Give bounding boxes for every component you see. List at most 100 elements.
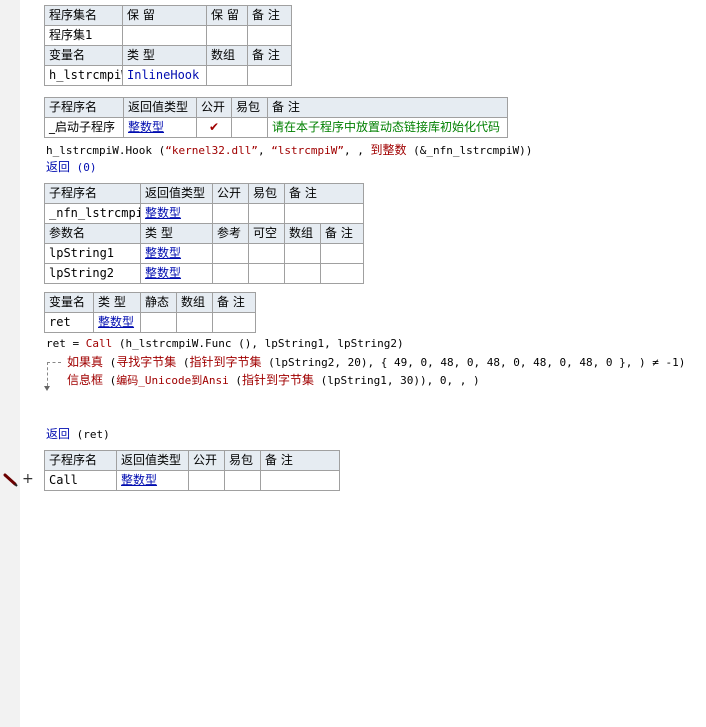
col-param-note: 备 注 xyxy=(319,223,365,244)
col-easy: 易包 xyxy=(231,97,268,118)
col-var-name: 变量名 xyxy=(44,45,123,66)
col-reserved-2: 保 留 xyxy=(206,5,248,26)
startup-sub-table: 子程序名 返回值类型 公开 易包 备 注 _启动子程序 整数型 ✔ 请在本子程序… xyxy=(44,97,508,138)
enc-open: ( xyxy=(228,374,242,387)
flow-branch xyxy=(47,362,61,363)
col-public: 公开 xyxy=(188,450,225,471)
var-type-cell[interactable]: 整数型 xyxy=(93,312,141,333)
ptr-to-bytes-function-2: 指针到字节集 xyxy=(242,373,315,387)
hook-sep-2: , , xyxy=(344,144,371,157)
easy-cell[interactable] xyxy=(224,470,261,491)
param-nullable-cell[interactable] xyxy=(248,243,285,264)
if-rest: (lpString2, 20), { 49, 0, 48, 0, 48, 0, … xyxy=(261,356,686,369)
msg-open: ( xyxy=(103,374,117,387)
code-line-msgbox[interactable]: 信息框 (编码_Unicode到Ansi (指针到字节集 (lpString1,… xyxy=(67,372,480,389)
col-return-type: 返回值类型 xyxy=(123,97,197,118)
easy-cell[interactable] xyxy=(248,203,285,224)
col-var-note: 备 注 xyxy=(212,292,256,313)
return-arg: (ret) xyxy=(70,428,110,441)
param-note-cell[interactable] xyxy=(319,263,365,284)
param-type-cell[interactable]: 整数型 xyxy=(140,263,213,284)
param-type-cell[interactable]: 整数型 xyxy=(140,243,213,264)
call-function: Call xyxy=(85,337,113,350)
var-static-cell[interactable] xyxy=(140,312,177,333)
if-true-keyword: 如果真 xyxy=(67,355,104,369)
sub-name-cell[interactable]: _nfn_lstrcmpiW xyxy=(44,203,141,224)
return-type-cell[interactable]: 整数型 xyxy=(140,203,213,224)
col-param-name: 参数名 xyxy=(44,223,141,244)
var-array-cell[interactable] xyxy=(176,312,213,333)
var-type-cell[interactable]: InlineHook xyxy=(122,65,207,86)
call-sub-table: 子程序名 返回值类型 公开 易包 备 注 Call 整数型 xyxy=(44,450,340,491)
param-array-cell[interactable] xyxy=(284,243,321,264)
var-note-cell[interactable] xyxy=(212,312,256,333)
code-line-return-0[interactable]: 返回 (0) xyxy=(46,159,97,176)
public-cell[interactable] xyxy=(212,203,249,224)
param-ref-cell[interactable] xyxy=(212,243,249,264)
hook-arg-func: “lstrcmpiW” xyxy=(271,144,345,157)
local-var-table: 变量名 类 型 静态 数组 备 注 ret 整数型 xyxy=(44,292,256,333)
msg-rest: (lpString1, 30)), 0, , ) xyxy=(314,374,480,387)
find-bytes-function: 寻找字节集 xyxy=(116,355,177,369)
return-type-cell[interactable]: 整数型 xyxy=(123,117,197,138)
encode-function: 编码_Unicode到Ansi xyxy=(116,374,229,387)
assembly-table: 程序集名 保 留 保 留 备 注 程序集1 变量名 类 型 数组 备 注 h_l… xyxy=(44,5,292,86)
sub-note-cell[interactable] xyxy=(283,203,365,224)
col-static: 静态 xyxy=(140,292,177,313)
msgbox-function: 信息框 xyxy=(67,373,104,387)
param-name-cell[interactable]: lpString2 xyxy=(44,263,141,284)
col-sub-name: 子程序名 xyxy=(44,450,117,471)
note-cell[interactable] xyxy=(247,25,292,46)
sub-name-cell[interactable]: _启动子程序 xyxy=(44,117,124,138)
nfn-sub-table: 子程序名 返回值类型 公开 易包 备 注 _nfn_lstrcmpiW 整数型 … xyxy=(44,183,365,284)
easy-cell[interactable] xyxy=(231,117,268,138)
var-note-cell[interactable] xyxy=(247,65,292,86)
hook-rest: (&_nfn_lstrcmpiW)) xyxy=(406,144,533,157)
param-note-cell[interactable] xyxy=(319,243,365,264)
sub-name-cell[interactable]: Call xyxy=(44,470,117,491)
hook-open: ( xyxy=(151,144,166,157)
param-ref-cell[interactable] xyxy=(212,263,249,284)
var-name-cell[interactable]: h_lstrcmpiW xyxy=(44,65,123,86)
col-return-type: 返回值类型 xyxy=(140,183,213,204)
add-row-plus-icon[interactable]: + xyxy=(22,471,34,487)
pencil-icon[interactable] xyxy=(3,473,18,487)
public-cell[interactable] xyxy=(188,470,225,491)
code-line-return-ret[interactable]: 返回 (ret) xyxy=(46,426,110,443)
col-param-nullable: 可空 xyxy=(248,223,285,244)
assembly-name-cell[interactable]: 程序集1 xyxy=(44,25,123,46)
return-keyword: 返回 xyxy=(46,160,71,174)
hook-arg-dll: “kernel32.dll” xyxy=(165,144,258,157)
var-name-cell[interactable]: ret xyxy=(44,312,94,333)
table-row: lpString2 整数型 xyxy=(44,263,365,284)
hook-object: h_lstrcmpiW.Hook xyxy=(46,144,152,157)
param-array-cell[interactable] xyxy=(284,263,321,284)
return-type-cell[interactable]: 整数型 xyxy=(116,470,189,491)
reserved-cell-2[interactable] xyxy=(206,25,248,46)
col-sub-note: 备 注 xyxy=(283,183,365,204)
code-line-hook[interactable]: h_lstrcmpiW.Hook (“kernel32.dll”, “lstrc… xyxy=(46,142,532,159)
return-arg: (0) xyxy=(70,161,97,174)
public-checkmark-icon[interactable]: ✔ xyxy=(196,117,232,138)
var-array-cell[interactable] xyxy=(206,65,248,86)
ptr-to-bytes-function: 指针到字节集 xyxy=(189,355,262,369)
col-easy: 易包 xyxy=(248,183,285,204)
reserved-cell-1[interactable] xyxy=(122,25,207,46)
sub-note-cell[interactable]: 请在本子程序中放置动态链接库初始化代码 xyxy=(267,117,508,138)
return-keyword: 返回 xyxy=(46,427,71,441)
col-sub-name: 子程序名 xyxy=(44,183,141,204)
col-param-array: 数组 xyxy=(284,223,321,244)
call-args: (h_lstrcmpiW.Func (), lpString1, lpStrin… xyxy=(112,337,404,350)
col-param-ref: 参考 xyxy=(212,223,249,244)
col-easy: 易包 xyxy=(224,450,261,471)
col-public: 公开 xyxy=(212,183,249,204)
sub-note-cell[interactable] xyxy=(260,470,340,491)
param-nullable-cell[interactable] xyxy=(248,263,285,284)
param-name-cell[interactable]: lpString1 xyxy=(44,243,141,264)
col-public: 公开 xyxy=(196,97,232,118)
col-note: 备 注 xyxy=(247,5,292,26)
code-line-if[interactable]: 如果真 (寻找字节集 (指针到字节集 (lpString2, 20), { 49… xyxy=(67,354,685,371)
col-return-type: 返回值类型 xyxy=(116,450,189,471)
code-line-ret-call[interactable]: ret = Call (h_lstrcmpiW.Func (), lpStrin… xyxy=(46,336,404,352)
col-var-type: 类 型 xyxy=(93,292,141,313)
